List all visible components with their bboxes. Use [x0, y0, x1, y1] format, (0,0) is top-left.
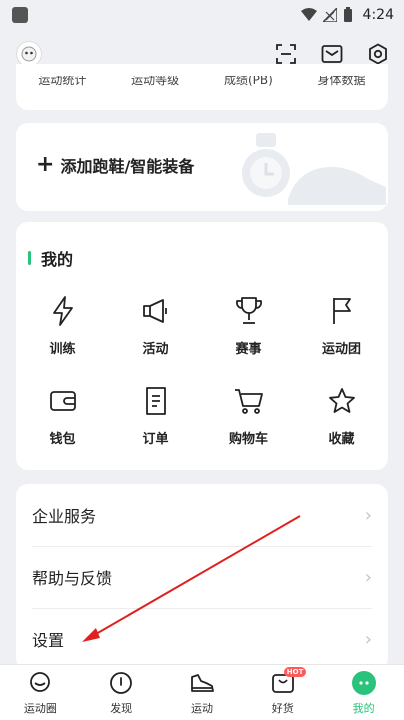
status-bar: 4:24 [0, 0, 404, 30]
settings-list-card: 企业服务 › 帮助与反馈 › 设置 › [16, 484, 388, 670]
status-time: 4:24 [362, 7, 394, 23]
grid-label: 赛事 [235, 342, 262, 357]
list-item-label: 企业服务 [32, 507, 97, 526]
grid-label: 训练 [49, 342, 76, 357]
signal-icon [322, 8, 337, 22]
grid-item-cart[interactable]: 购物车 [202, 382, 295, 472]
battery-icon [343, 7, 352, 22]
chevron-right-icon: › [364, 566, 372, 588]
mine-section-title: 我的 [28, 246, 73, 270]
nav-label: 我的 [352, 701, 375, 715]
nav-label: 运动 [190, 701, 213, 715]
stat-sport-stats[interactable]: 运动统计 [38, 76, 86, 86]
star-icon [327, 386, 357, 416]
nav-item-discover[interactable]: 发现 [81, 670, 161, 716]
megaphone-icon [141, 296, 171, 326]
stats-card: 运动统计 运动等级 成绩(PB) 身体数据 [16, 64, 388, 110]
chevron-right-icon: › [364, 504, 372, 526]
list-item-enterprise-service[interactable]: 企业服务 › [16, 484, 388, 546]
shopping-box-icon: HOT [270, 666, 307, 696]
mine-card: 我的 训练 活动 赛事 运动团 钱包 订单 购物车 收藏 [16, 222, 388, 470]
grid-label: 订单 [142, 432, 169, 447]
lightning-icon [48, 296, 78, 326]
flag-icon [327, 296, 357, 326]
stats-row: 运动统计 运动等级 成绩(PB) 身体数据 [16, 64, 388, 86]
list-item-settings[interactable]: 设置 › [16, 608, 388, 670]
grid-item-orders[interactable]: 订单 [109, 382, 202, 472]
trophy-icon [234, 296, 264, 326]
header-actions [274, 42, 390, 66]
list-item-label: 帮助与反馈 [32, 569, 113, 588]
grid-item-events[interactable]: 赛事 [202, 292, 295, 382]
grid-label: 活动 [142, 342, 169, 357]
add-gear-text: 添加跑鞋/智能装备 [60, 157, 195, 176]
grid-item-sports-team[interactable]: 运动团 [295, 292, 388, 382]
grid-item-wallet[interactable]: 钱包 [16, 382, 109, 472]
chevron-right-icon: › [364, 628, 372, 650]
active-indicator [351, 670, 376, 695]
nav-item-goods[interactable]: HOT 好货 [243, 666, 323, 716]
nav-item-mine[interactable]: 我的 [324, 670, 404, 716]
wallet-icon [48, 386, 78, 416]
add-gear-card[interactable]: + 添加跑鞋/智能装备 [16, 123, 388, 211]
nav-item-sports-circle[interactable]: 运动圈 [0, 670, 80, 716]
mail-icon[interactable] [320, 42, 344, 66]
grid-label: 购物车 [228, 432, 268, 447]
hot-badge: HOT [283, 666, 307, 677]
grid-item-training[interactable]: 训练 [16, 292, 109, 382]
plus-icon: + [36, 152, 55, 177]
stat-sport-level[interactable]: 运动等级 [131, 76, 179, 86]
scan-icon[interactable] [274, 42, 298, 66]
nav-item-sport[interactable]: 运动 [162, 670, 242, 716]
settings-gear-icon[interactable] [366, 42, 390, 66]
shoe-watch-illustration [242, 133, 386, 205]
cart-icon [234, 386, 264, 416]
mine-face-icon [351, 670, 377, 696]
nav-label: 运动圈 [23, 701, 57, 715]
grid-label: 运动团 [321, 342, 361, 357]
avatar-face-icon [21, 46, 37, 62]
notification-icon [12, 7, 28, 23]
compass-icon [108, 670, 134, 696]
section-accent-bar [28, 251, 31, 265]
bottom-nav: 运动圈 发现 运动 HOT 好货 我的 [0, 664, 404, 720]
grid-item-activity[interactable]: 活动 [109, 292, 202, 382]
status-indicators: 4:24 [300, 7, 394, 23]
nav-label: 发现 [110, 701, 133, 715]
stat-pb[interactable]: 成绩(PB) [224, 76, 273, 86]
stat-body-data[interactable]: 身体数据 [318, 76, 366, 86]
nav-label: 好货 [271, 701, 294, 715]
order-icon [141, 386, 171, 416]
mine-title-text: 我的 [41, 250, 74, 269]
wifi-icon [300, 8, 317, 21]
sneaker-icon [189, 670, 215, 696]
grid-item-favorites[interactable]: 收藏 [295, 382, 388, 472]
add-gear-label: + 添加跑鞋/智能装备 [36, 153, 194, 177]
grid-label: 钱包 [49, 432, 76, 447]
grid-label: 收藏 [328, 432, 355, 447]
mine-grid: 训练 活动 赛事 运动团 钱包 订单 购物车 收藏 [16, 292, 388, 472]
list-item-label: 设置 [32, 631, 65, 650]
list-item-help-feedback[interactable]: 帮助与反馈 › [16, 546, 388, 608]
chat-bubble-icon [27, 670, 53, 696]
